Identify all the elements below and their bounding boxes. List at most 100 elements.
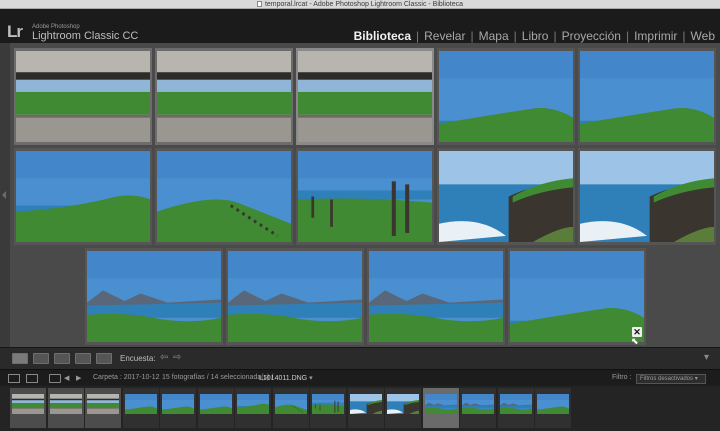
survey-label: Encuesta: bbox=[120, 354, 156, 363]
filmstrip-thumbnail[interactable] bbox=[85, 388, 121, 428]
photo-coast bbox=[16, 151, 150, 242]
compare-view-button[interactable] bbox=[54, 353, 70, 364]
photo-mountainbay bbox=[462, 394, 494, 414]
filmstrip-thumbnail[interactable] bbox=[422, 388, 459, 428]
filter-dropdown-icon: ▾ bbox=[694, 376, 698, 382]
library-toolbar: Encuesta: ⇦ ⇨ ▾ bbox=[0, 347, 720, 369]
photo-cliffsea bbox=[580, 151, 714, 242]
main-window-icon[interactable] bbox=[8, 374, 20, 383]
photo-meadow bbox=[510, 251, 644, 342]
module-imprimir[interactable]: Imprimir bbox=[629, 29, 682, 43]
grid-view-button[interactable] bbox=[12, 353, 28, 364]
next-photo-button[interactable]: ⇨ bbox=[173, 352, 181, 363]
photo-fence bbox=[157, 51, 291, 142]
grid-thumbnail[interactable] bbox=[508, 248, 646, 345]
photo-coast bbox=[237, 394, 269, 414]
previous-photo-button[interactable]: ⇦ bbox=[160, 352, 168, 363]
photo-mountainbay bbox=[369, 251, 503, 342]
current-filename[interactable]: L1014011.DNG ▾ bbox=[259, 374, 313, 382]
module-web[interactable]: Web bbox=[686, 29, 720, 43]
filmstrip-thumbnail[interactable] bbox=[535, 388, 571, 428]
filmstrip-thumbnail[interactable] bbox=[197, 388, 234, 428]
grid-thumbnail[interactable] bbox=[226, 248, 364, 345]
loupe-view-button[interactable] bbox=[33, 353, 49, 364]
module-revelar[interactable]: Revelar bbox=[419, 29, 470, 43]
grid-thumbnail[interactable] bbox=[14, 48, 152, 145]
toolbar-options-dropdown[interactable]: ▾ bbox=[704, 352, 709, 363]
module-libro[interactable]: Libro bbox=[517, 29, 554, 43]
photo-meadow bbox=[580, 51, 714, 142]
photo-mountainbay bbox=[228, 251, 362, 342]
filmstrip[interactable] bbox=[0, 386, 720, 431]
photo-meadow bbox=[199, 394, 232, 414]
grid-thumbnail[interactable] bbox=[296, 148, 434, 245]
folder-source-label[interactable]: Carpeta : 2017-10-12 bbox=[93, 374, 160, 381]
photo-hillfence bbox=[274, 394, 307, 414]
photo-meadow bbox=[537, 394, 569, 414]
module-picker: Biblioteca | Revelar | Mapa | Libro | Pr… bbox=[349, 29, 720, 43]
filmstrip-thumbnail[interactable] bbox=[310, 388, 346, 428]
filmstrip-thumbnail[interactable] bbox=[47, 388, 84, 428]
grid-thumbnail[interactable] bbox=[14, 148, 152, 245]
photo-fence bbox=[12, 394, 44, 414]
photo-fence bbox=[49, 394, 82, 414]
module-biblioteca[interactable]: Biblioteca bbox=[349, 29, 416, 43]
photo-mountainbay bbox=[424, 394, 457, 414]
filmstrip-thumbnail[interactable] bbox=[10, 388, 46, 428]
window-titlebar: temporal.lrcat - Adobe Photoshop Lightro… bbox=[0, 0, 720, 9]
grid-thumbnail[interactable] bbox=[367, 248, 505, 345]
photo-mountainbay bbox=[87, 251, 221, 342]
back-arrow-icon[interactable]: ◀ bbox=[64, 374, 69, 382]
mouse-cursor-icon: ⬉ bbox=[631, 336, 639, 346]
grid-thumbnail[interactable] bbox=[578, 48, 716, 145]
photo-cliffsea bbox=[349, 394, 382, 414]
filmstrip-thumbnail[interactable] bbox=[497, 388, 534, 428]
lightroom-logo: Lr bbox=[7, 22, 23, 41]
collapse-arrow-icon bbox=[2, 191, 6, 199]
secondary-window-icon[interactable] bbox=[26, 374, 38, 383]
grid-thumbnail[interactable] bbox=[578, 148, 716, 245]
logo-product-name: Lightroom Classic CC bbox=[32, 30, 139, 42]
photo-mountainbay bbox=[499, 394, 532, 414]
photo-meadow bbox=[439, 51, 573, 142]
photo-cliffsea bbox=[387, 394, 419, 414]
filmstrip-thumbnail[interactable] bbox=[347, 388, 384, 428]
library-grid-view[interactable] bbox=[0, 43, 720, 347]
document-icon bbox=[256, 1, 262, 8]
grid-thumbnail[interactable] bbox=[437, 148, 575, 245]
grid-thumbnail[interactable] bbox=[155, 148, 293, 245]
filmstrip-thumbnail[interactable] bbox=[460, 388, 496, 428]
window-title: temporal.lrcat - Adobe Photoshop Lightro… bbox=[264, 1, 464, 8]
grid-thumbnail[interactable] bbox=[155, 48, 293, 145]
grid-thumbnail[interactable] bbox=[296, 48, 434, 145]
left-panel-toggle[interactable] bbox=[0, 43, 10, 347]
filmstrip-thumbnail[interactable] bbox=[385, 388, 421, 428]
survey-view-button[interactable] bbox=[75, 353, 91, 364]
filter-value: Filtros desactivados bbox=[640, 376, 694, 382]
filmstrip-thumbnail[interactable] bbox=[160, 388, 196, 428]
filmstrip-thumbnail[interactable] bbox=[272, 388, 309, 428]
filmstrip-thumbnail[interactable] bbox=[122, 388, 159, 428]
photo-meadow bbox=[162, 394, 194, 414]
module-mapa[interactable]: Mapa bbox=[474, 29, 514, 43]
photo-hillfence bbox=[157, 151, 291, 242]
people-view-button[interactable] bbox=[96, 353, 112, 364]
grid-icon[interactable] bbox=[49, 374, 61, 383]
identity-plate: Lr Adobe Photoshop Lightroom Classic CC … bbox=[0, 9, 720, 43]
filename-dropdown-icon: ▾ bbox=[309, 375, 313, 382]
filmstrip-thumbnail[interactable] bbox=[235, 388, 271, 428]
photo-fence bbox=[87, 394, 119, 414]
photo-meadow bbox=[124, 394, 157, 414]
filmstrip-navigation-bar: ◀ ▶ Carpeta : 2017-10-12 15 fotografías … bbox=[0, 369, 720, 386]
module-proyeccion[interactable]: Proyección bbox=[557, 29, 626, 43]
grid-thumbnail[interactable] bbox=[437, 48, 575, 145]
photo-fence bbox=[16, 51, 150, 142]
photo-cliffsea bbox=[439, 151, 573, 242]
selection-count: 15 fotografías / 14 seleccionada(s) / bbox=[162, 374, 274, 381]
photo-fenceposts bbox=[298, 151, 432, 242]
forward-arrow-icon[interactable]: ▶ bbox=[76, 374, 81, 382]
filter-select[interactable]: Filtros desactivados ▾ bbox=[636, 374, 706, 384]
grid-thumbnail[interactable] bbox=[85, 248, 223, 345]
photo-fenceposts bbox=[312, 394, 344, 414]
filter-label: Filtro : bbox=[612, 374, 632, 381]
